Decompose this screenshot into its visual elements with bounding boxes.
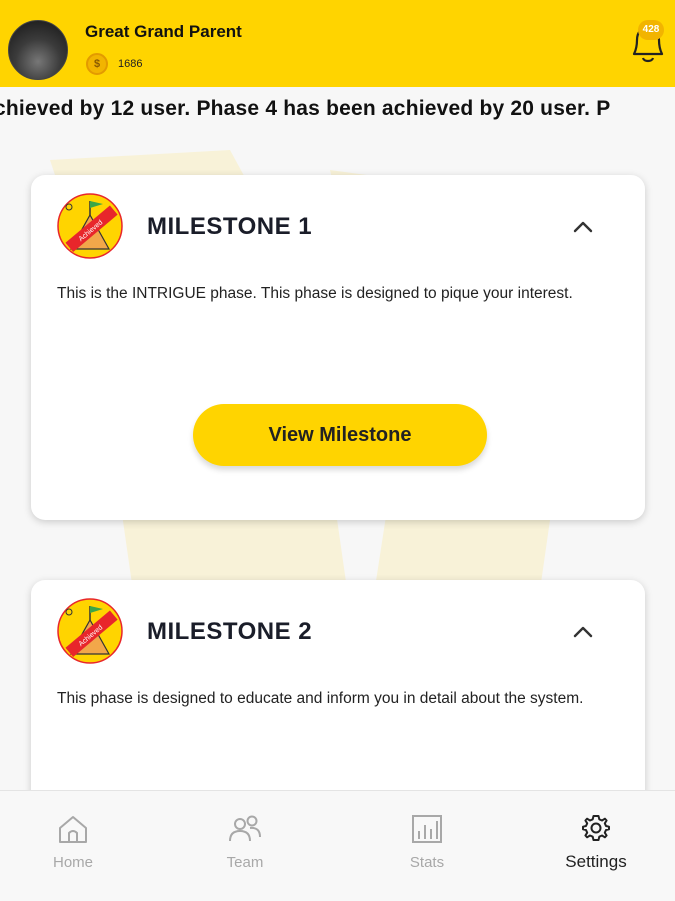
notification-button[interactable]: 428 <box>628 20 668 70</box>
announcement-ticker: chieved by 12 user. Phase 4 has been ach… <box>0 90 675 128</box>
milestone-achieved-badge-icon: Achieved <box>57 598 123 664</box>
chevron-up-icon[interactable] <box>571 215 595 239</box>
bottom-navigation: Home Team Stats Settings <box>0 790 675 901</box>
ticker-text: chieved by 12 user. Phase 4 has been ach… <box>0 97 611 120</box>
chevron-up-icon[interactable] <box>571 620 595 644</box>
home-icon <box>59 816 87 843</box>
milestone-description: This phase is designed to educate and in… <box>57 690 584 707</box>
nav-item-settings[interactable]: Settings <box>558 813 634 872</box>
view-milestone-button[interactable]: View Milestone <box>193 404 487 466</box>
coin-count: 1686 <box>118 58 143 70</box>
gear-icon <box>582 815 610 841</box>
coin-icon: $ <box>86 53 108 75</box>
nav-item-home[interactable]: Home <box>48 813 98 871</box>
nav-label: Team <box>226 854 264 871</box>
avatar[interactable] <box>8 20 68 80</box>
nav-label: Settings <box>565 852 627 871</box>
user-name: Great Grand Parent <box>85 22 242 41</box>
stats-icon <box>412 815 442 843</box>
milestone-title: MILESTONE 2 <box>147 618 313 645</box>
milestone-description: This is the INTRIGUE phase. This phase i… <box>57 285 573 302</box>
team-icon <box>229 815 261 842</box>
milestone-title: MILESTONE 1 <box>147 213 313 240</box>
nav-item-stats[interactable]: Stats <box>406 813 448 871</box>
milestone-achieved-badge-icon: Achieved <box>57 193 123 259</box>
notification-count-badge: 428 <box>638 20 664 40</box>
nav-item-team[interactable]: Team <box>222 813 268 871</box>
app-header: Great Grand Parent $ 1686 428 <box>0 0 675 87</box>
nav-label: Stats <box>409 854 445 871</box>
nav-label: Home <box>52 854 93 871</box>
milestone-card-1: Achieved MILESTONE 1 This is the INTRIGU… <box>31 175 645 520</box>
